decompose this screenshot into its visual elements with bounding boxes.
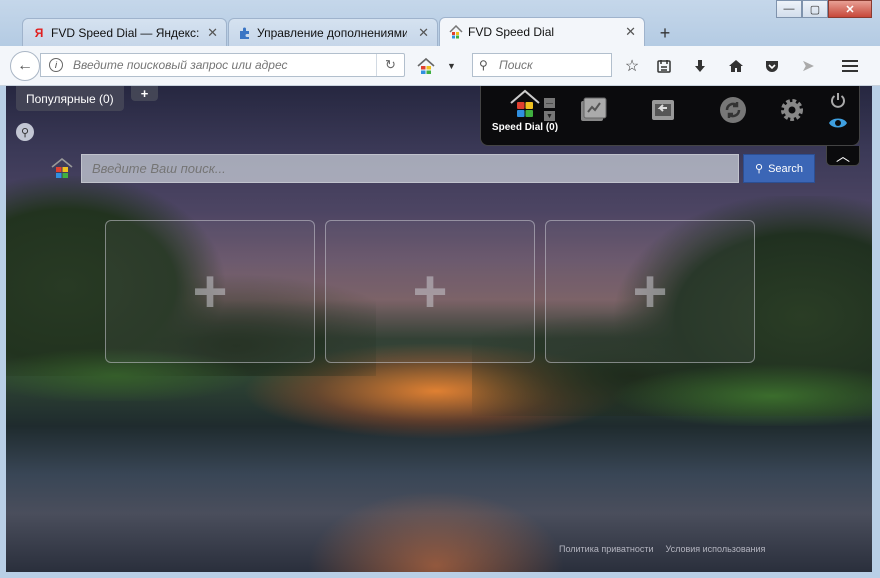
send-icon[interactable]: ➤ xyxy=(798,56,818,76)
collapse-panel-button[interactable]: ︿ xyxy=(826,146,860,166)
window-controls: — ▢ ✕ xyxy=(776,0,872,18)
web-search-field[interactable] xyxy=(81,154,739,183)
tab-strip: Я FVD Speed Dial — Яндекс: на ✕ Управлен… xyxy=(22,17,678,46)
background-grass-right xyxy=(572,356,872,426)
bookmarks-list-icon[interactable] xyxy=(654,56,674,76)
navigation-toolbar: ← i ↻ ▼ ⚲ ☆ ➤ xyxy=(0,46,880,86)
tab-yandex[interactable]: Я FVD Speed Dial — Яндекс: на ✕ xyxy=(22,18,227,46)
add-dial-icon: + xyxy=(192,257,228,325)
fvd-toolbar-icon[interactable] xyxy=(416,57,436,75)
info-icon[interactable]: i xyxy=(49,58,63,72)
dial-slot-3[interactable]: + xyxy=(545,220,755,363)
web-search-input[interactable] xyxy=(82,155,738,182)
tab-close-icon[interactable]: ✕ xyxy=(418,25,429,41)
add-dial-icon: + xyxy=(412,257,448,325)
tab-label: FVD Speed Dial xyxy=(468,25,555,39)
speed-dial-label: Speed Dial (0) xyxy=(491,122,559,133)
gear-icon[interactable] xyxy=(777,95,807,125)
terms-of-use-link[interactable]: Условия использования xyxy=(666,544,766,554)
add-dial-icon: + xyxy=(632,257,668,325)
search-button[interactable]: ⚲ Search xyxy=(743,154,815,183)
arrow-left-icon: ← xyxy=(17,57,33,74)
search-button-label: Search xyxy=(768,162,803,175)
popular-group-tab[interactable]: Популярные (0) xyxy=(16,86,124,111)
title-bar: — ▢ ✕ Я FVD Speed Dial — Яндекс: на ✕ Уп… xyxy=(0,0,880,46)
window-bottom-border xyxy=(0,572,880,578)
privacy-policy-link[interactable]: Политика приватности xyxy=(559,544,654,554)
minimize-button[interactable]: — xyxy=(776,0,802,18)
dial-slot-1[interactable]: + xyxy=(105,220,315,363)
address-bar[interactable]: i ↻ xyxy=(40,53,405,77)
maximize-button[interactable]: ▢ xyxy=(802,0,828,18)
tab-label: FVD Speed Dial — Яндекс: на xyxy=(51,25,200,40)
yandex-icon: Я xyxy=(34,26,44,40)
power-icon[interactable] xyxy=(827,89,849,111)
sync-icon[interactable] xyxy=(718,95,748,125)
speed-dial-panel: Speed Dial (0) — ▼ xyxy=(480,86,860,146)
pocket-icon[interactable] xyxy=(762,56,782,76)
tab-close-icon[interactable]: ✕ xyxy=(625,24,636,40)
search-input[interactable] xyxy=(499,58,599,72)
reload-icon[interactable]: ↻ xyxy=(376,54,404,76)
footer-links: Политика приватности Условия использован… xyxy=(559,544,765,554)
search-zoom-icon[interactable]: ⚲ xyxy=(16,123,34,141)
fvd-speed-dial-icon xyxy=(449,25,463,39)
eye-icon[interactable] xyxy=(827,112,849,134)
close-window-button[interactable]: ✕ xyxy=(828,0,872,18)
recently-closed-icon[interactable] xyxy=(648,95,678,125)
address-input[interactable] xyxy=(73,58,363,72)
new-tab-button[interactable]: + xyxy=(652,20,678,46)
menu-icon[interactable] xyxy=(840,56,860,76)
minus-icon[interactable]: — xyxy=(544,98,555,108)
tab-addons[interactable]: Управление дополнениями ✕ xyxy=(228,18,438,46)
search-icon: ⚲ xyxy=(479,58,488,72)
puzzle-icon xyxy=(238,26,252,40)
speed-dial-logo xyxy=(50,156,74,180)
tab-fvd-speed-dial[interactable]: FVD Speed Dial ✕ xyxy=(439,17,645,46)
search-bar[interactable]: ⚲ xyxy=(472,53,612,77)
speed-dial-home-icon xyxy=(510,89,540,117)
dial-slot-2[interactable]: + xyxy=(325,220,535,363)
chevron-down-icon[interactable]: ▼ xyxy=(447,61,456,71)
search-icon: ⚲ xyxy=(755,163,764,175)
home-icon[interactable] xyxy=(726,56,746,76)
tab-close-icon[interactable]: ✕ xyxy=(207,25,218,41)
download-icon[interactable] xyxy=(690,56,710,76)
bookmark-star-icon[interactable]: ☆ xyxy=(622,56,642,76)
tab-label: Управление дополнениями xyxy=(257,25,407,40)
most-visited-icon[interactable] xyxy=(578,95,608,125)
back-button[interactable]: ← xyxy=(10,51,40,81)
chevron-down-icon[interactable]: ▼ xyxy=(544,111,555,121)
add-group-button[interactable]: + xyxy=(131,86,158,101)
speed-dial-page: Популярные (0) + ⚲ ⚲ Search + + + Полити… xyxy=(6,86,872,572)
group-switcher[interactable]: — ▼ xyxy=(544,98,555,121)
